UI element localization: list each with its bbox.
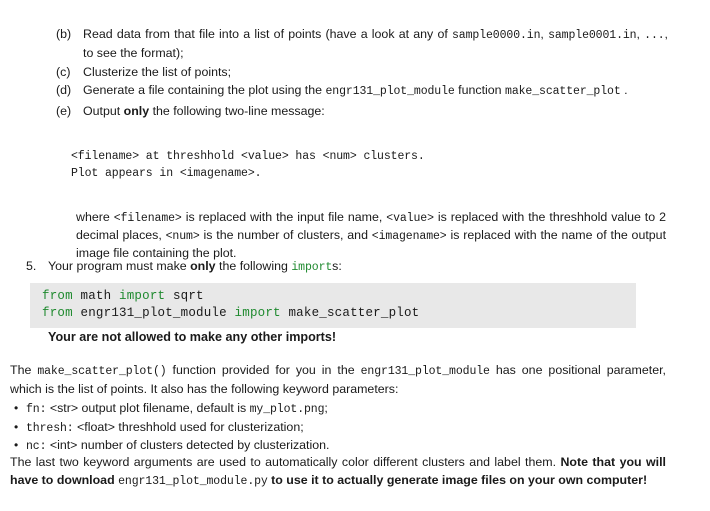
bullet-dot-icon: • — [14, 401, 19, 415]
document-page: (b) Read data from that file into a list … — [0, 0, 710, 511]
sublist-item-segment: make_scatter_plot — [505, 84, 621, 98]
bullet-segment: nc: — [26, 440, 47, 453]
bullet-segment: <float> threshhold used for clusterizati… — [73, 419, 304, 434]
sublist-item-segment: , — [636, 27, 645, 41]
bullet-segment: fn: — [26, 403, 47, 416]
code-keyword: import — [234, 306, 281, 320]
item-5-number: 5. — [26, 259, 37, 273]
code-keyword: from — [42, 289, 73, 303]
numbered-item-5: 5. Your program must make only the follo… — [26, 258, 690, 277]
paragraph2-segment: to use it to actually generate image fil… — [267, 472, 648, 487]
where-explanation-paragraph: where <filename> is replaced with the in… — [76, 209, 666, 262]
code-text: engr131_plot_module — [72, 306, 235, 320]
bullet-dot-icon: • — [14, 419, 19, 434]
item-5-segment: import — [291, 261, 333, 274]
sublist-item-text: Generate a file containing the plot usin… — [83, 82, 668, 101]
paragraph1-segment: engr131_plot_module — [360, 365, 490, 378]
sublist-item-segment: , — [540, 27, 549, 41]
sublist-item-segment: sample0000.in — [451, 29, 541, 42]
bullet-segment: ; — [324, 401, 328, 415]
bullet-segment: <str> output plot filename, default is — [46, 401, 250, 415]
sublist-item-text: Clusterize the list of points; — [83, 64, 668, 81]
bullet-item: • fn: <str> output plot filename, default… — [14, 400, 664, 419]
sublist-item-text: Output only the following two-line messa… — [83, 103, 668, 120]
sublist-item-segment: Generate a file containing the plot usin… — [83, 82, 326, 97]
code-text: make_scatter_plot — [280, 306, 420, 320]
bullet-dot-icon: • — [14, 438, 19, 452]
sublist-item-segment: function — [454, 82, 506, 97]
item-5-segment: only — [190, 259, 216, 273]
output-message-block: <filename> at threshhold <value> has <nu… — [71, 148, 425, 182]
bullet-item-text: nc: <int> number of clusters detected by… — [26, 438, 330, 453]
bullet-item: • nc: <int> number of clusters detected b… — [14, 437, 664, 456]
sublist-item-marker: (d) — [56, 82, 72, 97]
item-5-segment: the following — [215, 259, 292, 273]
message-line-2: Plot appears in <imagename>. — [71, 167, 262, 180]
where-segment: <filename> — [113, 212, 182, 225]
code-line: from engr131_plot_module import make_sca… — [42, 305, 636, 322]
closing-paragraph: The last two keyword arguments are used … — [10, 454, 666, 490]
item-5-segment: s: — [332, 259, 342, 273]
code-text: math — [72, 289, 120, 303]
code-keyword: import — [119, 289, 166, 303]
bullet-item: • thresh: <float> threshhold used for clu… — [14, 419, 664, 438]
sublist-item-segment: only — [123, 104, 150, 118]
sublist-item: (d) Generate a file containing the plot u… — [56, 82, 668, 101]
code-keyword: from — [42, 306, 73, 320]
sublist-item-marker: (b) — [56, 27, 72, 41]
paragraph1-segment: function provided for you in the — [166, 363, 361, 377]
bullet-segment: thresh: — [26, 421, 74, 435]
code-text: sqrt — [165, 289, 204, 303]
sublist-item-segment: Clusterize the list of points; — [83, 65, 232, 79]
sublist-item-marker: (e) — [56, 104, 72, 118]
where-segment: <num> — [165, 230, 200, 243]
sublist-item-segment: engr131_plot_module — [325, 84, 455, 98]
paragraph1-segment: The — [10, 363, 38, 377]
imports-code-block: from math import sqrt from engr131_plot_m… — [30, 283, 636, 328]
where-segment: is the number of clusters, and — [199, 228, 372, 242]
paragraph2-segment: The last two keyword arguments are used … — [10, 455, 561, 469]
sublist-item-marker: (c) — [56, 65, 71, 79]
where-segment: where — [76, 210, 114, 224]
where-segment: is replaced with the input file name, — [181, 210, 387, 224]
code-line: from math import sqrt — [42, 288, 636, 305]
sublist-item: (b) Read data from that file into a list … — [56, 26, 668, 61]
sublist-item-text: Read data from that file into a list of … — [83, 26, 668, 61]
bullet-item-text: fn: <str> output plot filename, default … — [26, 401, 328, 416]
sublist-item-segment: Read data from that file into a list of … — [83, 27, 452, 41]
item-5-segment: Your program must make — [48, 259, 191, 273]
bullet-item-text: thresh: <float> threshhold used for clus… — [26, 419, 304, 435]
imports-warning-text: Your are not allowed to make any other i… — [48, 330, 337, 344]
sublist-item-segment: Output — [83, 104, 124, 118]
sublist-item-segment: ... — [644, 29, 665, 42]
where-segment: <imagename> — [371, 230, 447, 243]
sublist-item: (e) Output only the following two-line me… — [56, 103, 668, 120]
bullet-segment: <int> number of clusters detected by clu… — [46, 438, 330, 452]
sublist-item-segment: the following two-line message: — [149, 104, 325, 118]
sublist-item-segment: sample0001.in — [548, 29, 637, 42]
sublist-item-segment: . — [620, 82, 628, 97]
sublist-item: (c) Clusterize the list of points; — [56, 64, 668, 81]
bullet-segment: my_plot.png — [249, 403, 325, 416]
where-segment: <value> — [386, 212, 434, 225]
lettered-sublist: (b) Read data from that file into a list … — [56, 26, 668, 123]
keyword-parameters-list: • fn: <str> output plot filename, default… — [14, 400, 664, 456]
paragraph2-segment: engr131_plot_module.py — [118, 474, 268, 488]
message-line-1: <filename> at threshhold <value> has <nu… — [71, 150, 425, 163]
item-5-text: Your program must make only the followin… — [48, 259, 342, 274]
paragraph1-segment: make_scatter_plot() — [37, 365, 167, 378]
make-scatter-plot-paragraph: The make_scatter_plot() function provide… — [10, 362, 666, 398]
